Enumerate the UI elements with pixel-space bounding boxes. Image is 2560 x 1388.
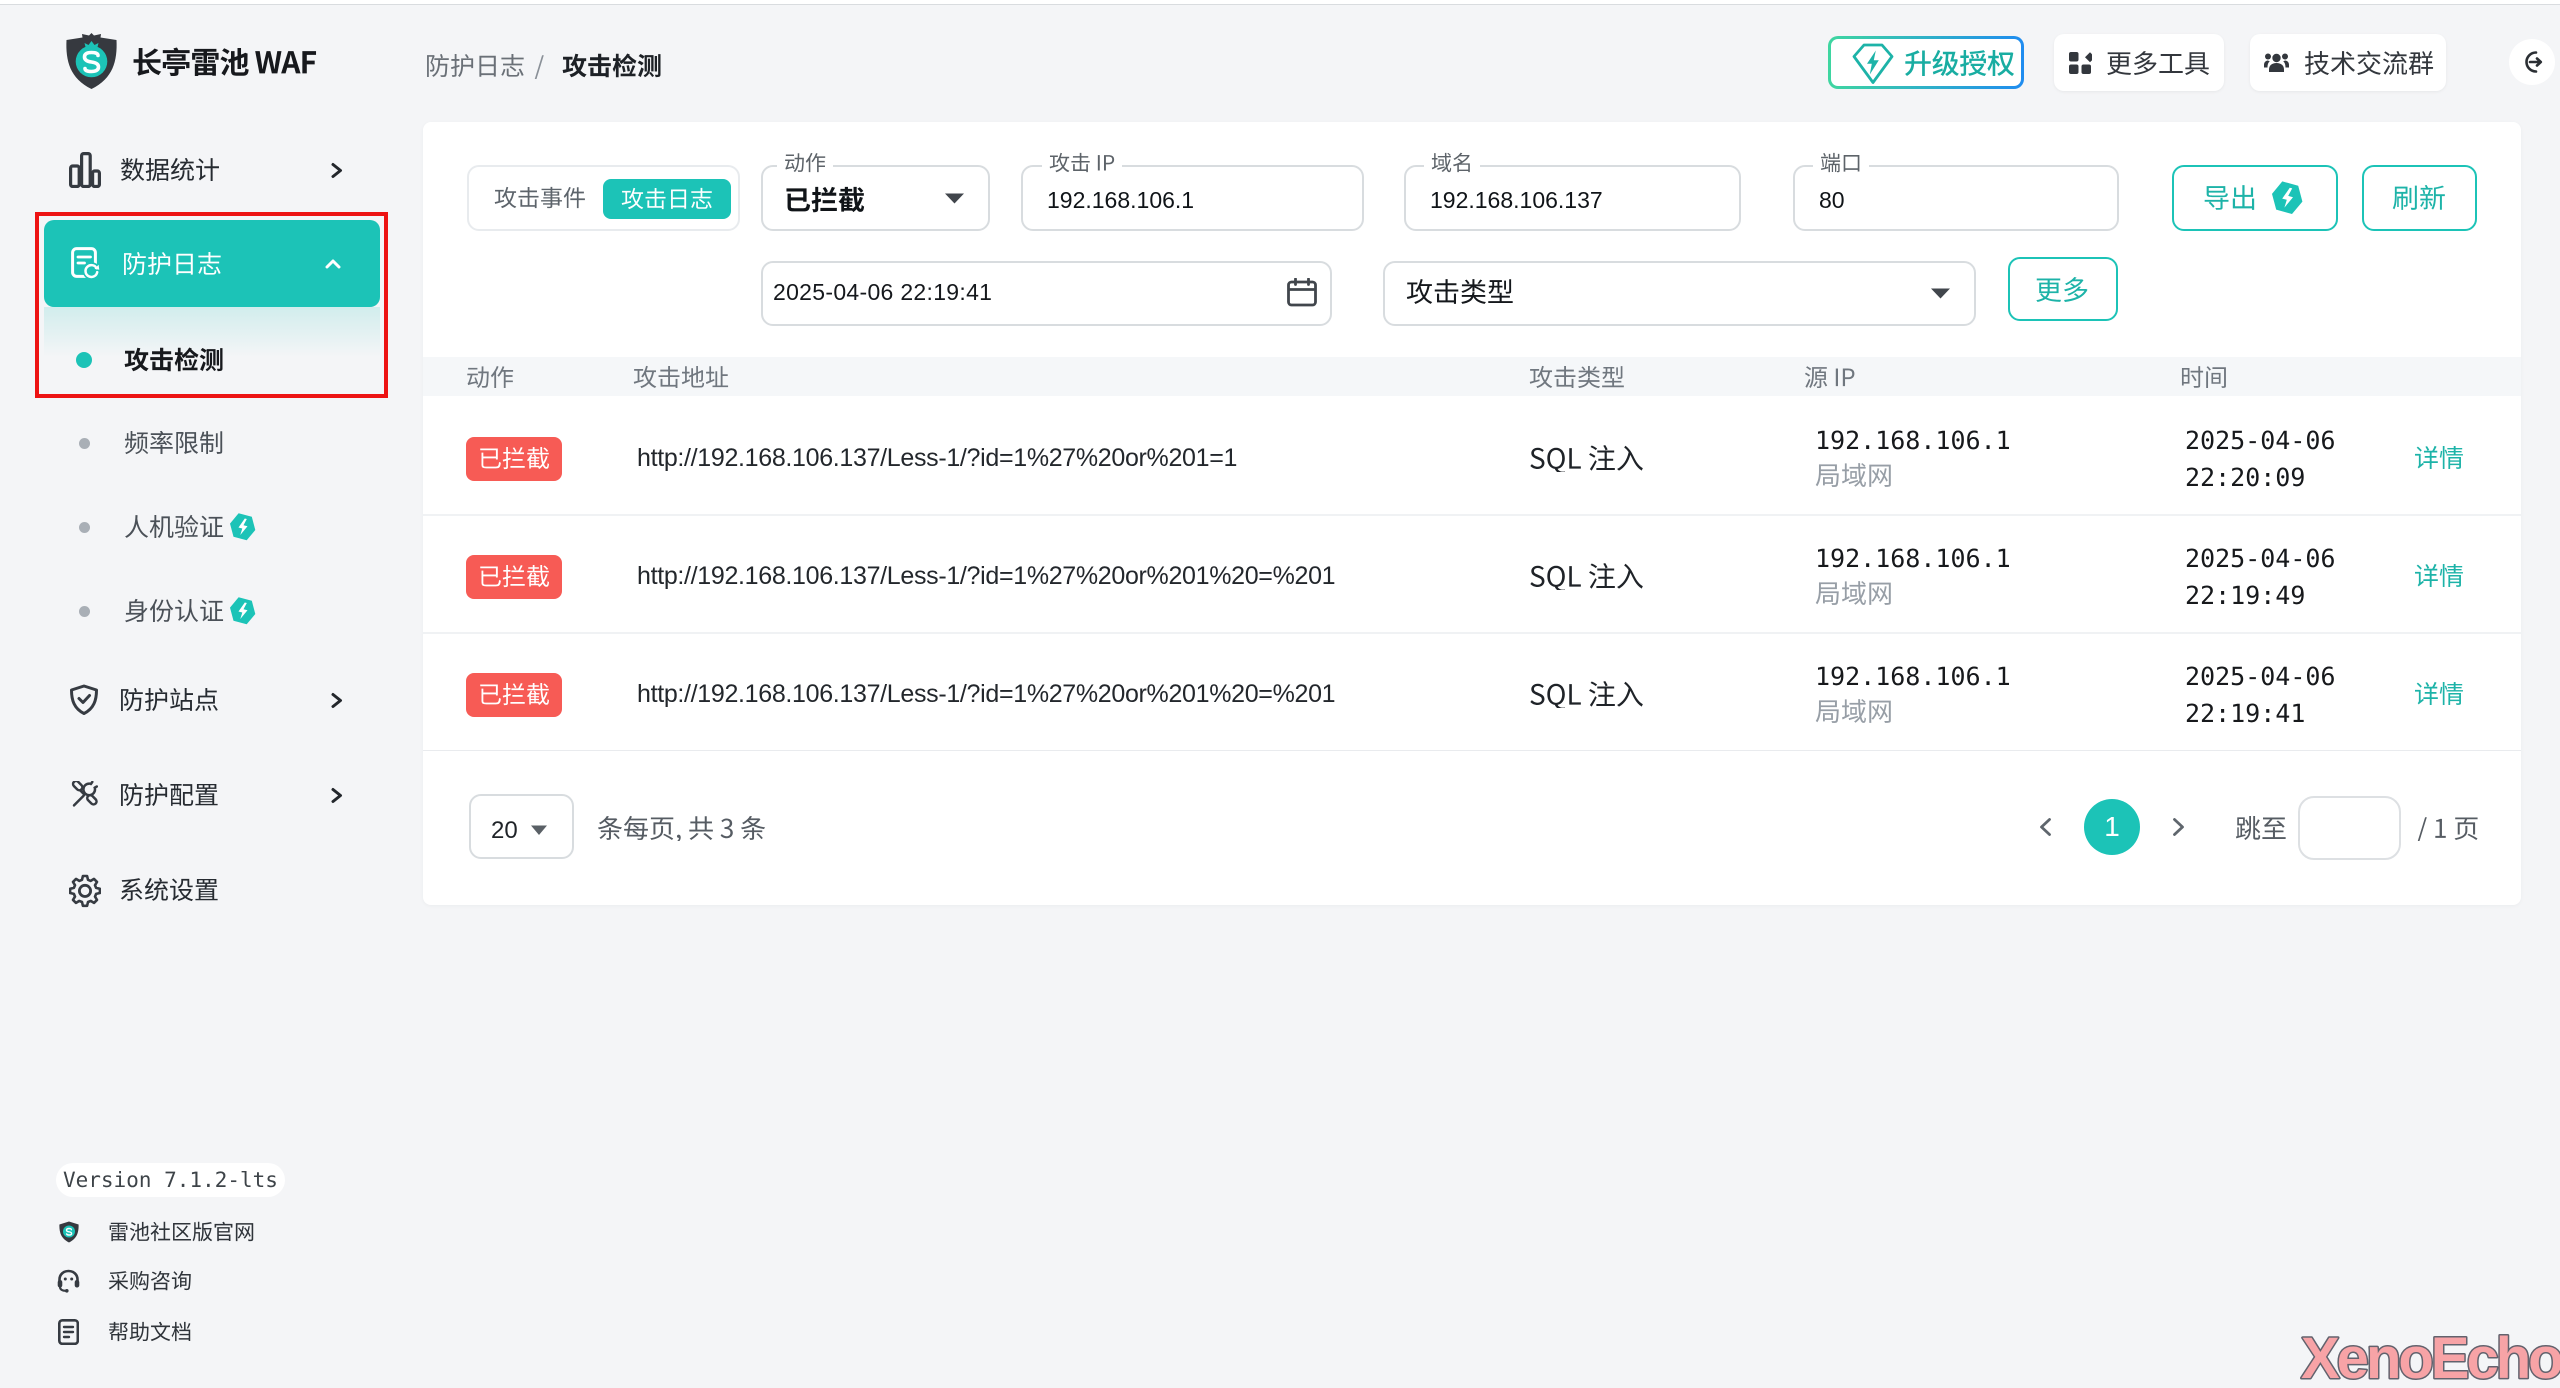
svg-text:XenoEcho: XenoEcho [2301, 1326, 2560, 1388]
